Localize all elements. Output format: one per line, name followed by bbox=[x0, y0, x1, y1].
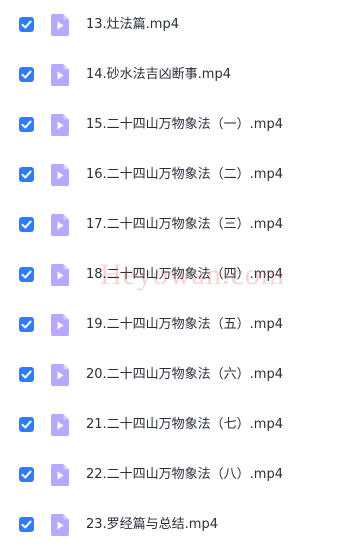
video-file-icon bbox=[51, 14, 69, 36]
check-icon bbox=[21, 170, 32, 179]
file-checkbox[interactable] bbox=[19, 317, 34, 332]
file-row[interactable]: 15.二十四山万物象法（一）.mp4 bbox=[0, 100, 353, 150]
file-checkbox[interactable] bbox=[19, 367, 34, 382]
file-row[interactable]: 14.砂水法吉凶断事.mp4 bbox=[0, 50, 353, 100]
video-file-icon bbox=[51, 164, 69, 186]
check-icon bbox=[21, 420, 32, 429]
video-file-icon bbox=[51, 364, 69, 386]
check-icon bbox=[21, 20, 32, 29]
video-file-icon bbox=[51, 464, 69, 486]
check-icon bbox=[21, 270, 32, 279]
file-row[interactable]: 19.二十四山万物象法（五）.mp4 bbox=[0, 300, 353, 350]
file-checkbox[interactable] bbox=[19, 217, 34, 232]
check-icon bbox=[21, 470, 32, 479]
file-name: 20.二十四山万物象法（六）.mp4 bbox=[86, 367, 283, 382]
file-checkbox[interactable] bbox=[19, 517, 34, 532]
file-checkbox[interactable] bbox=[19, 417, 34, 432]
video-file-icon bbox=[51, 64, 69, 86]
file-checkbox[interactable] bbox=[19, 167, 34, 182]
file-name: 18.二十四山万物象法（四）.mp4 bbox=[86, 267, 283, 282]
file-list: 13.灶法篇.mp4 14.砂水法吉凶断事.mp4 15.二十四山万物象法（一）… bbox=[0, 0, 353, 550]
file-row[interactable]: 23.罗经篇与总结.mp4 bbox=[0, 500, 353, 550]
file-row[interactable]: 18.二十四山万物象法（四）.mp4 bbox=[0, 250, 353, 300]
file-name: 23.罗经篇与总结.mp4 bbox=[86, 517, 218, 532]
video-file-icon bbox=[51, 314, 69, 336]
video-file-icon bbox=[51, 514, 69, 536]
check-icon bbox=[21, 220, 32, 229]
file-checkbox[interactable] bbox=[19, 67, 34, 82]
file-checkbox[interactable] bbox=[19, 17, 34, 32]
file-row[interactable]: 21.二十四山万物象法（七）.mp4 bbox=[0, 400, 353, 450]
file-name: 17.二十四山万物象法（三）.mp4 bbox=[86, 217, 283, 232]
file-name: 19.二十四山万物象法（五）.mp4 bbox=[86, 317, 283, 332]
file-name: 16.二十四山万物象法（二）.mp4 bbox=[86, 167, 283, 182]
file-row[interactable]: 17.二十四山万物象法（三）.mp4 bbox=[0, 200, 353, 250]
file-name: 15.二十四山万物象法（一）.mp4 bbox=[86, 117, 283, 132]
file-name: 21.二十四山万物象法（七）.mp4 bbox=[86, 417, 283, 432]
check-icon bbox=[21, 70, 32, 79]
file-checkbox[interactable] bbox=[19, 117, 34, 132]
check-icon bbox=[21, 520, 32, 529]
check-icon bbox=[21, 320, 32, 329]
video-file-icon bbox=[51, 114, 69, 136]
file-row[interactable]: 13.灶法篇.mp4 bbox=[0, 0, 353, 50]
file-row[interactable]: 20.二十四山万物象法（六）.mp4 bbox=[0, 350, 353, 400]
file-checkbox[interactable] bbox=[19, 267, 34, 282]
video-file-icon bbox=[51, 414, 69, 436]
file-row[interactable]: 16.二十四山万物象法（二）.mp4 bbox=[0, 150, 353, 200]
file-name: 13.灶法篇.mp4 bbox=[86, 17, 179, 32]
file-checkbox[interactable] bbox=[19, 467, 34, 482]
video-file-icon bbox=[51, 214, 69, 236]
video-file-icon bbox=[51, 264, 69, 286]
file-name: 14.砂水法吉凶断事.mp4 bbox=[86, 67, 231, 82]
check-icon bbox=[21, 120, 32, 129]
file-name: 22.二十四山万物象法（八）.mp4 bbox=[86, 467, 283, 482]
check-icon bbox=[21, 370, 32, 379]
file-row[interactable]: 22.二十四山万物象法（八）.mp4 bbox=[0, 450, 353, 500]
